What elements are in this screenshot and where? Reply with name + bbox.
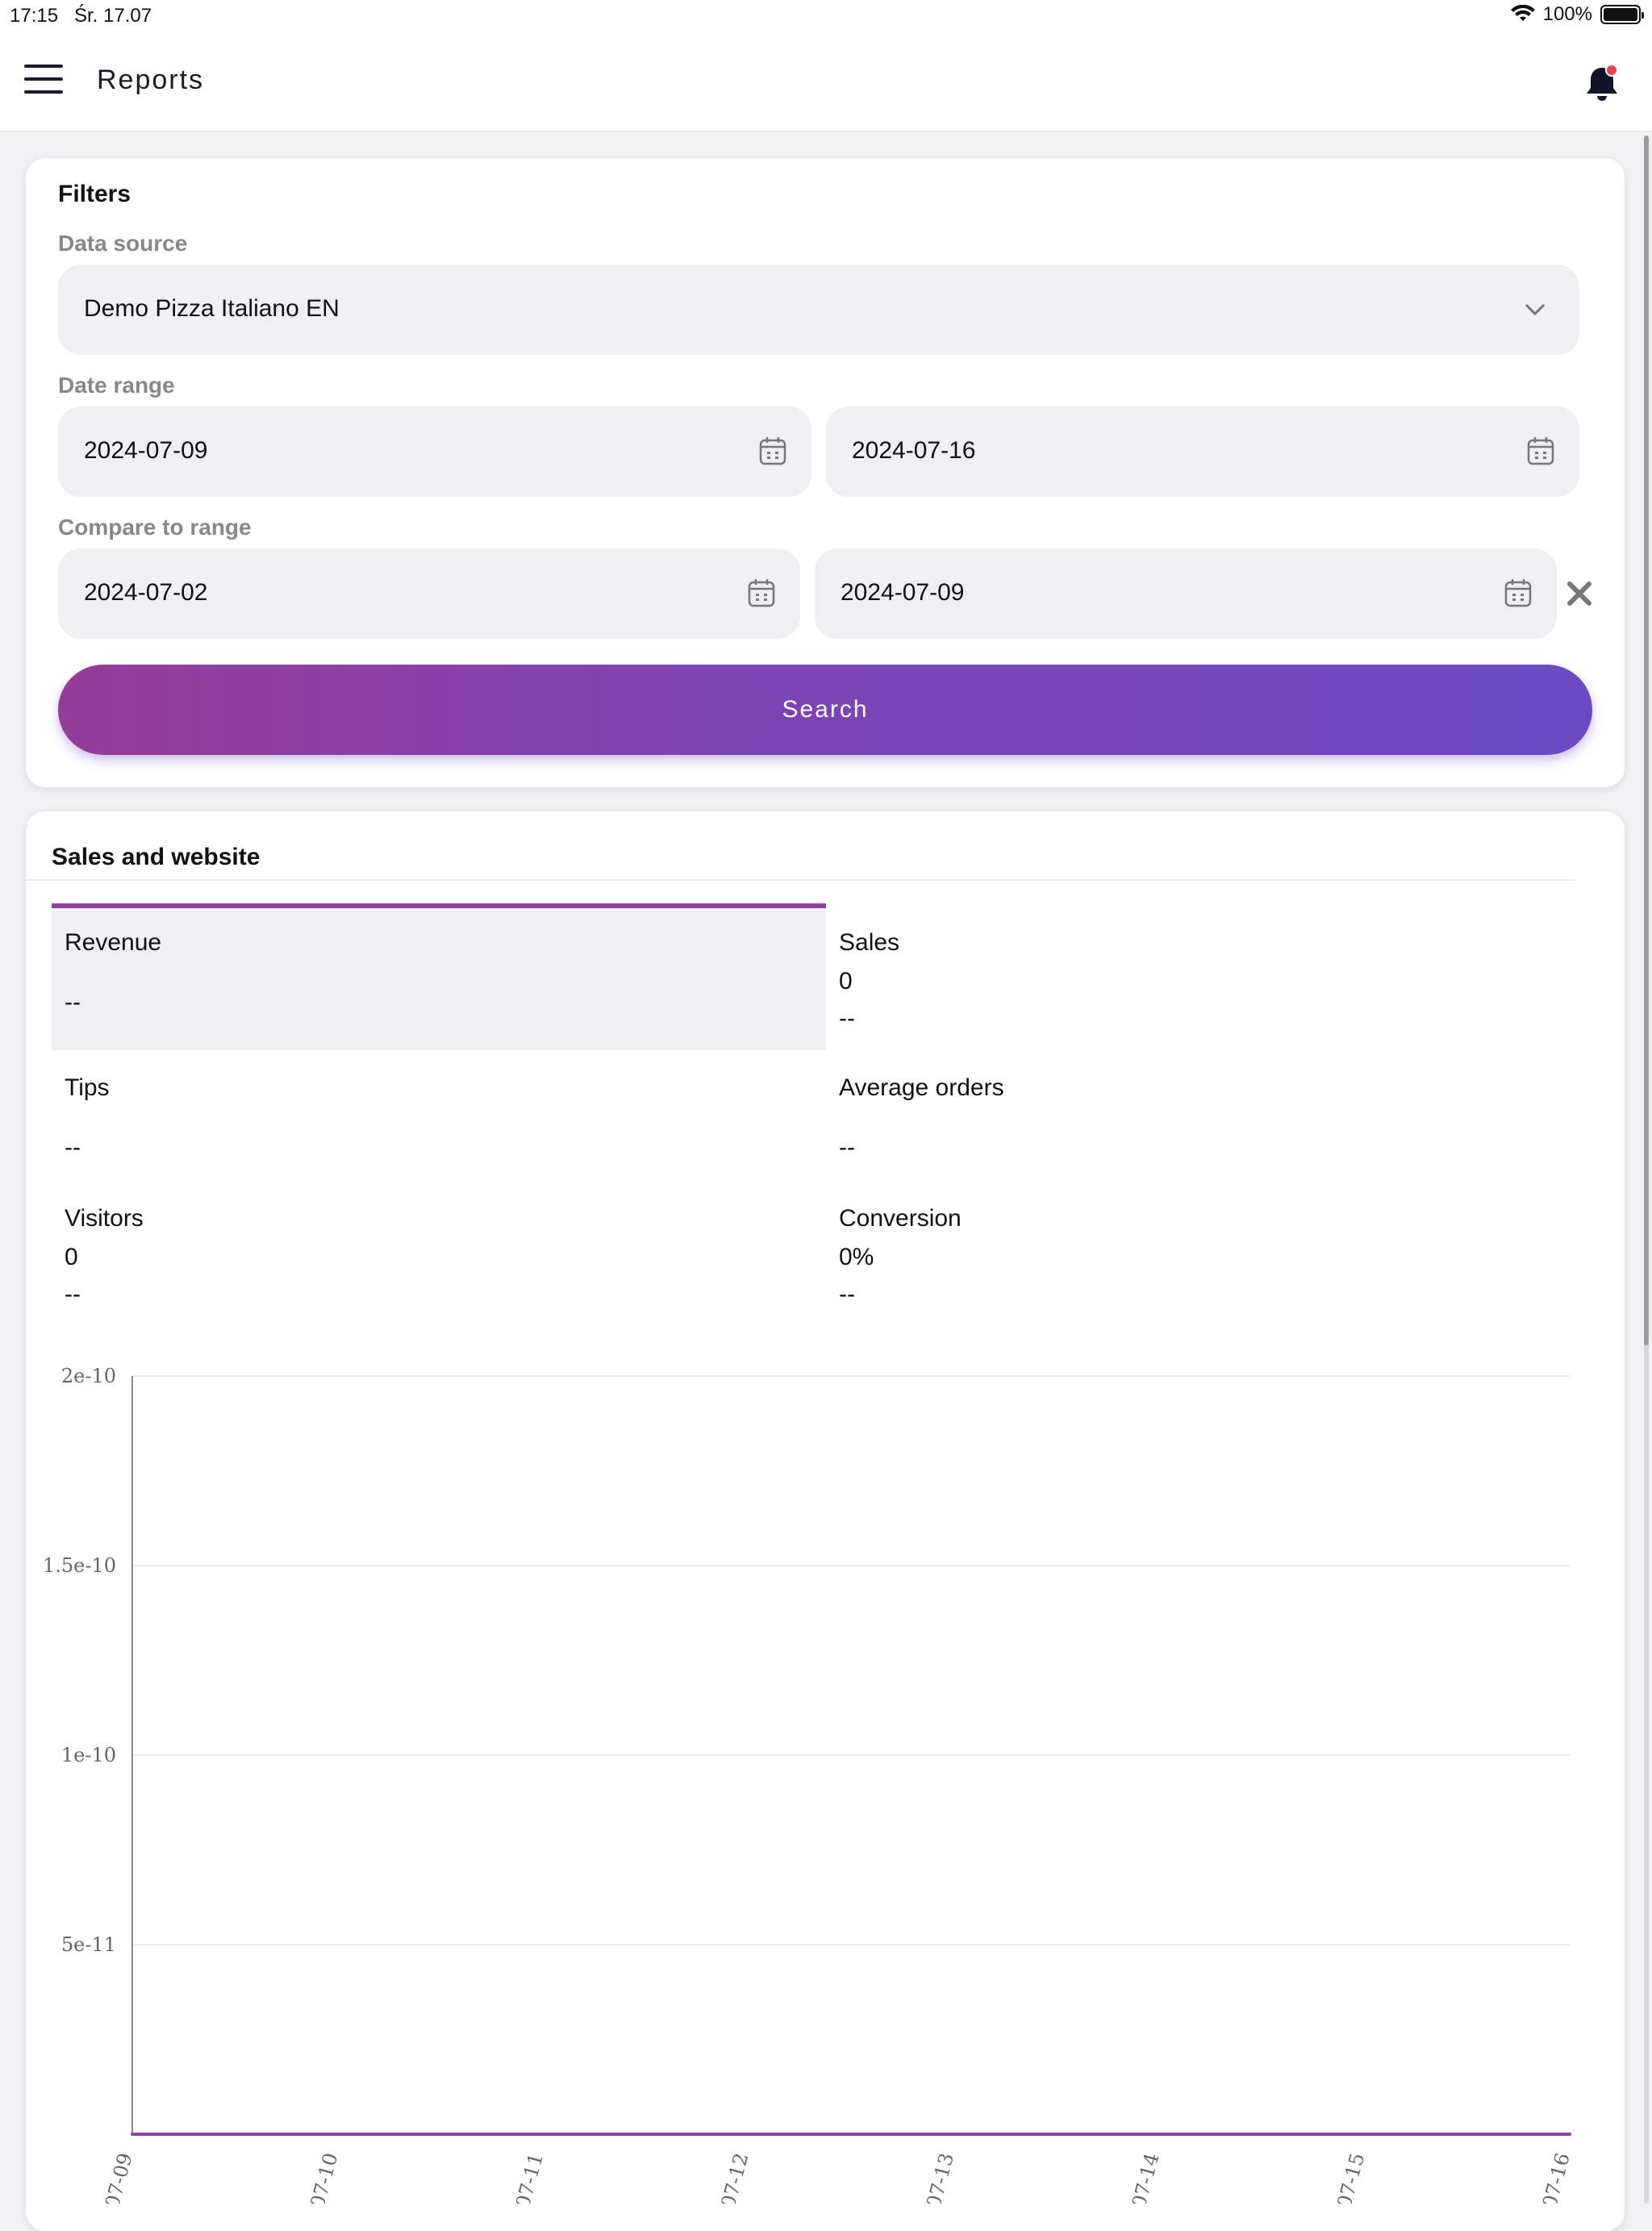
metric-change: -- <box>839 1005 855 1032</box>
x-tick-label: 07-16 <box>1538 2150 1575 2204</box>
metric-revenue-tile[interactable]: Revenue -- <box>52 903 826 1050</box>
page-title: Reports <box>97 65 205 95</box>
x-tick-label: 07-09 <box>101 2150 137 2204</box>
search-button[interactable]: Search <box>58 665 1592 755</box>
metric-label: Conversion <box>839 1205 962 1232</box>
x-tick-label: 07-15 <box>1333 2150 1369 2204</box>
metric-change: -- <box>839 1134 855 1161</box>
calendar-icon[interactable] <box>758 436 787 466</box>
metric-value: 0% <box>839 1244 874 1270</box>
data-point <box>952 2133 956 2136</box>
y-tick-label: 2e-10 <box>61 1365 116 1387</box>
metric-label: Average orders <box>839 1074 1004 1101</box>
data-point <box>336 2133 340 2136</box>
filters-title: Filters <box>58 181 131 207</box>
status-bar: 17:15 Śr. 17.07 100% <box>0 0 1652 32</box>
data-point <box>1157 2133 1161 2136</box>
metric-label: Sales <box>839 929 900 956</box>
metric-label: Visitors <box>65 1205 144 1232</box>
active-tab-indicator <box>52 903 826 908</box>
compare-range-label: Compare to range <box>58 515 252 540</box>
metric-average-orders-tile[interactable]: Average orders -- <box>826 1050 1600 1181</box>
metric-change: -- <box>65 1134 81 1161</box>
x-tick-label: 07-11 <box>511 2150 548 2204</box>
compare-to-value: 2024-07-09 <box>841 579 965 606</box>
calendar-icon[interactable] <box>1526 436 1555 466</box>
status-date: Śr. 17.07 <box>74 5 152 27</box>
y-tick-label: 1e-10 <box>61 1744 116 1766</box>
metric-change: -- <box>839 1281 855 1307</box>
data-source-label: Data source <box>58 231 188 256</box>
metric-change: -- <box>65 1281 81 1307</box>
data-source-select[interactable]: Demo Pizza Italiano EN <box>58 265 1579 355</box>
metric-value: 0 <box>839 968 853 995</box>
date-from-value: 2024-07-09 <box>84 437 208 464</box>
calendar-icon[interactable] <box>1504 578 1533 608</box>
metric-value: 0 <box>65 1244 78 1270</box>
metric-visitors-tile[interactable]: Visitors 0 -- <box>52 1181 826 1326</box>
divider <box>26 879 1575 881</box>
compare-to-field[interactable]: 2024-07-09 <box>815 548 1557 639</box>
data-point <box>131 2133 134 2136</box>
page-scrollbar[interactable] <box>1644 136 1649 2204</box>
notification-bell-icon[interactable] <box>1581 63 1623 105</box>
clear-compare-close-icon[interactable] <box>1563 578 1596 610</box>
metric-label: Tips <box>65 1074 110 1101</box>
x-tick-label: 07-14 <box>1128 2150 1164 2204</box>
calendar-icon[interactable] <box>747 578 776 608</box>
data-point <box>1568 2133 1571 2136</box>
y-tick-label: 5e-11 <box>61 1933 116 1956</box>
status-right: 100% <box>1510 3 1644 26</box>
metric-change: -- <box>65 989 81 1015</box>
x-tick-label: 07-13 <box>922 2150 958 2204</box>
metric-label: Revenue <box>65 929 162 956</box>
filters-card: Filters Data source Demo Pizza Italiano … <box>26 158 1625 787</box>
compare-from-field[interactable]: 2024-07-02 <box>58 548 800 639</box>
x-tick-label: 07-10 <box>306 2150 342 2204</box>
data-point <box>746 2133 750 2136</box>
date-to-field[interactable]: 2024-07-16 <box>826 407 1579 497</box>
chevron-down-icon <box>1525 303 1546 316</box>
wifi-icon <box>1510 5 1535 21</box>
sales-line-chart: 5e-11 1e-10 1.5e-10 2e-10 07-09 07-10 07-11 07-… <box>43 1365 1575 2204</box>
date-to-value: 2024-07-16 <box>852 437 976 464</box>
metric-conversion-tile[interactable]: Conversion 0% -- <box>826 1181 1600 1326</box>
battery-percent: 100% <box>1542 3 1592 25</box>
compare-from-value: 2024-07-02 <box>84 579 208 606</box>
data-point <box>541 2133 545 2136</box>
date-from-field[interactable]: 2024-07-09 <box>58 407 811 497</box>
metric-tips-tile[interactable]: Tips -- <box>52 1050 826 1181</box>
sales-card-title: Sales and website <box>52 844 261 870</box>
metric-sales-tile[interactable]: Sales 0 -- <box>826 903 1600 1050</box>
battery-icon <box>1600 5 1644 24</box>
hamburger-menu-icon[interactable] <box>24 65 65 97</box>
status-time: 17:15 <box>10 5 59 27</box>
date-range-label: Date range <box>58 373 175 398</box>
data-point <box>1362 2133 1366 2136</box>
app-header: Reports <box>0 32 1652 132</box>
y-tick-label: 1.5e-10 <box>43 1554 116 1577</box>
x-tick-label: 07-12 <box>717 2150 753 2204</box>
data-source-value: Demo Pizza Italiano EN <box>84 295 340 322</box>
